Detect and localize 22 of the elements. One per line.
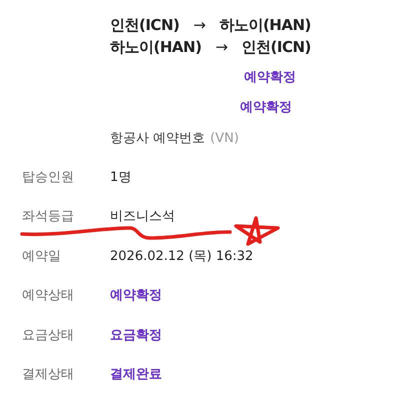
detail-label: 예약상태: [22, 287, 75, 304]
arrow-glyph: →: [193, 16, 206, 34]
detail-label: 예약일: [22, 248, 62, 265]
detail-label: 좌석등급: [22, 208, 75, 226]
detail-value: 2026.02.12 (목) 16:32: [110, 248, 254, 265]
booking-status: 예약확정: [244, 69, 296, 86]
detail-label: 요금상태: [22, 326, 75, 344]
status-value: 예약확정: [110, 287, 162, 304]
departure-city: 인천(ICN): [110, 16, 180, 34]
arrival-city: 인천(ICN): [242, 38, 311, 56]
detail-label: 결제상태: [22, 366, 75, 384]
departure-city: 하노이(HAN): [110, 38, 202, 56]
status-value: 요금확정: [110, 326, 162, 344]
detail-label: 탑승인원: [22, 168, 75, 186]
booking-status: 예약확정: [240, 99, 292, 116]
airline-booking-label: 항공사 예약번호: [110, 130, 206, 147]
status-value: 결제완료: [110, 366, 162, 384]
airline-code: (VN): [210, 130, 239, 146]
detail-value: 1명: [110, 168, 132, 186]
arrival-city: 하노이(HAN): [219, 16, 311, 34]
arrow-glyph: →: [215, 38, 228, 56]
detail-value: 비즈니스석: [110, 208, 175, 226]
